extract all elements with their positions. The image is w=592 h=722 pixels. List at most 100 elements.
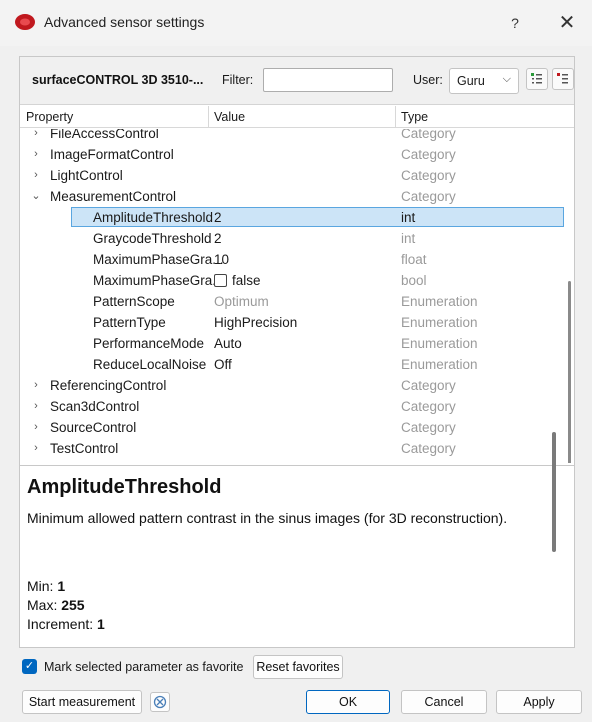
property-name: PatternType	[93, 315, 166, 330]
chevron-down-icon[interactable]: ⌄	[30, 186, 42, 207]
close-button[interactable]: ✕	[548, 10, 586, 36]
chevron-right-icon[interactable]: ›	[30, 396, 42, 417]
property-row[interactable]: › ReferencingControl Category	[20, 375, 564, 396]
min-value: 1	[57, 578, 66, 594]
chevron-right-icon[interactable]: ›	[30, 438, 42, 459]
user-level-select[interactable]: Guru ⌵	[449, 68, 519, 94]
property-value: false	[232, 273, 261, 288]
cancel-button[interactable]: Cancel	[401, 690, 487, 714]
property-row[interactable]: › Scan3dControl Category	[20, 396, 564, 417]
property-value: 10	[214, 252, 230, 267]
property-value: Optimum	[214, 294, 269, 309]
toolbar: surfaceCONTROL 3D 3510-... Filter: User:…	[20, 57, 574, 105]
property-name: GraycodeThreshold	[93, 231, 212, 246]
property-name: SourceControl	[50, 420, 137, 435]
chevron-right-icon[interactable]: ›	[30, 165, 42, 186]
property-row[interactable]: › SourceControl Category	[20, 417, 564, 438]
max-value: 255	[61, 597, 85, 613]
property-type: Enumeration	[401, 315, 478, 330]
property-grid: › FileAccessControl Category › ImageFormatCo…	[20, 129, 574, 463]
property-name: PatternScope	[93, 294, 175, 309]
property-value-cell[interactable]: Off	[214, 354, 232, 375]
property-row[interactable]: › FileAccessControl Category	[20, 129, 564, 144]
chevron-right-icon[interactable]: ›	[30, 417, 42, 438]
property-row[interactable]: › ImageFormatControl Category	[20, 144, 564, 165]
property-row[interactable]: PerformanceMode Auto Enumeration	[20, 333, 564, 354]
property-name: TestControl	[50, 441, 119, 456]
property-value-cell[interactable]: 2	[214, 228, 222, 249]
chevron-right-icon[interactable]: ›	[30, 129, 42, 144]
property-row[interactable]: ReduceLocalNoise Off Enumeration	[20, 354, 564, 375]
property-name: MaximumPhaseGra...	[93, 273, 224, 288]
property-row[interactable]: ⌄ MeasurementControl Category	[20, 186, 564, 207]
property-value-cell[interactable]: 2	[214, 207, 222, 228]
measurement-status-button[interactable]	[150, 692, 170, 712]
property-value: Auto	[214, 336, 242, 351]
property-row-selected[interactable]: AmplitudeThreshold 2 int	[20, 207, 564, 228]
description-title: AmplitudeThreshold	[27, 476, 222, 498]
property-name: ReferencingControl	[50, 378, 167, 393]
column-header-value[interactable]: Value	[208, 106, 245, 128]
property-value-cell[interactable]: 10	[214, 249, 229, 270]
property-name: AmplitudeThreshold	[93, 210, 214, 225]
property-row[interactable]: › TestControl Category	[20, 438, 564, 459]
max-label: Max:	[27, 597, 58, 613]
start-measurement-button[interactable]: Start measurement	[22, 690, 142, 714]
property-row[interactable]: MaximumPhaseGra... 10 float	[20, 249, 564, 270]
property-row[interactable]: PatternScope Optimum Enumeration	[20, 291, 564, 312]
property-type: int	[401, 231, 416, 246]
property-type: bool	[401, 273, 427, 288]
user-label: User:	[413, 73, 443, 87]
property-value-cell[interactable]: HighPrecision	[214, 312, 297, 333]
max-value-line: Max: 255	[27, 597, 85, 613]
help-button[interactable]: ?	[498, 10, 532, 36]
chevron-right-icon[interactable]: ›	[30, 144, 42, 165]
description-panel: AmplitudeThreshold Minimum allowed patte…	[20, 465, 574, 645]
favorite-checkbox[interactable]: ✓	[22, 659, 37, 674]
expand-tree-icon	[531, 73, 542, 84]
favorite-label[interactable]: Mark selected parameter as favorite	[44, 660, 243, 674]
property-type: Category	[401, 420, 456, 435]
property-type: Category	[401, 399, 456, 414]
apply-button[interactable]: Apply	[496, 690, 582, 714]
chevron-right-icon[interactable]: ›	[30, 375, 42, 396]
column-header-property[interactable]: Property	[20, 106, 73, 128]
increment-value: 1	[97, 616, 105, 632]
bool-checkbox[interactable]	[214, 274, 227, 287]
description-text: Minimum allowed pattern contrast in the …	[27, 510, 508, 526]
device-name: surfaceCONTROL 3D 3510-...	[32, 73, 204, 87]
property-row[interactable]: › LightControl Category	[20, 165, 564, 186]
property-type: Enumeration	[401, 294, 478, 309]
property-name: MaximumPhaseGra...	[93, 252, 224, 267]
increment-value-line: Increment: 1	[27, 616, 105, 632]
property-name: FileAccessControl	[50, 129, 159, 141]
chevron-down-icon: ⌵	[502, 73, 511, 85]
title-bar: Advanced sensor settings ? ✕	[0, 0, 592, 46]
settings-panel: surfaceCONTROL 3D 3510-... Filter: User:…	[19, 56, 575, 648]
property-type: Category	[401, 168, 456, 183]
property-value: 2	[214, 210, 222, 225]
property-value-cell[interactable]: Auto	[214, 333, 242, 354]
ok-button[interactable]: OK	[306, 690, 390, 714]
property-name: PerformanceMode	[93, 336, 205, 351]
grid-scrollbar[interactable]	[568, 281, 571, 463]
property-name: ReduceLocalNoise	[93, 357, 207, 372]
property-type: Category	[401, 441, 456, 456]
reset-favorites-button[interactable]: Reset favorites	[253, 655, 343, 679]
collapse-tree-icon	[557, 73, 568, 84]
filter-input[interactable]	[263, 68, 393, 92]
property-type: int	[401, 210, 416, 225]
measurement-status-icon	[153, 695, 167, 709]
property-type: float	[401, 252, 427, 267]
collapse-tree-button[interactable]	[552, 68, 574, 90]
property-row[interactable]: PatternType HighPrecision Enumeration	[20, 312, 564, 333]
property-row[interactable]: GraycodeThreshold 2 int	[20, 228, 564, 249]
property-value-cell[interactable]: false	[214, 270, 261, 291]
increment-label: Increment:	[27, 616, 94, 632]
description-scrollbar[interactable]	[552, 432, 556, 552]
property-value-cell[interactable]: Optimum	[214, 291, 269, 312]
column-header-type[interactable]: Type	[395, 106, 428, 128]
property-row[interactable]: MaximumPhaseGra... false bool	[20, 270, 564, 291]
property-type: Category	[401, 129, 456, 141]
expand-tree-button[interactable]	[526, 68, 548, 90]
